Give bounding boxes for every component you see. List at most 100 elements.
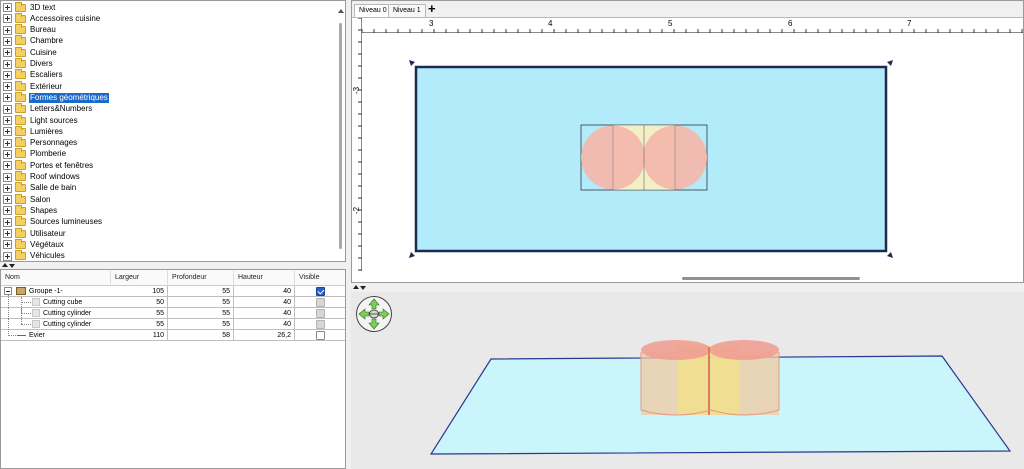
table-row[interactable]: Cutting cylinder 55 55 40 xyxy=(1,308,345,330)
expand-icon[interactable] xyxy=(3,127,12,137)
plan-canvas[interactable] xyxy=(363,34,1023,271)
table-row-group[interactable]: Groupe -1- 105 55 40 xyxy=(1,286,345,297)
furniture-table-header: Nom Largeur Profondeur Hauteur Visible xyxy=(1,270,345,286)
column-header-name[interactable]: Nom xyxy=(1,270,111,286)
right-splitter[interactable] xyxy=(351,283,1024,292)
expand-icon[interactable] xyxy=(3,206,12,216)
catalog-category[interactable]: Shapes xyxy=(3,204,58,216)
catalog-category[interactable]: Cuisine xyxy=(3,46,58,58)
catalog-category[interactable]: Utilisateur xyxy=(3,227,67,239)
category-label: Divers xyxy=(30,59,53,68)
expand-icon[interactable] xyxy=(3,149,12,159)
catalog-category[interactable]: Accessoires cuisine xyxy=(3,12,101,24)
expand-icon[interactable] xyxy=(3,48,12,58)
visible-checkbox[interactable] xyxy=(316,309,325,318)
expand-icon[interactable] xyxy=(3,3,12,12)
category-label: Accessoires cuisine xyxy=(30,13,101,23)
category-label: Véhicules xyxy=(30,251,65,261)
catalog-category[interactable]: Salle de bain xyxy=(3,182,77,194)
catalog-category[interactable]: Personnages xyxy=(3,137,78,149)
catalog-category[interactable]: Chambre xyxy=(3,35,64,47)
expand-icon[interactable] xyxy=(3,25,12,35)
folder-icon xyxy=(15,46,26,57)
catalog-category[interactable]: Sources lumineuses xyxy=(3,216,103,228)
tree-line xyxy=(8,335,16,336)
table-row[interactable]: Cutting cube 50 55 40 xyxy=(1,295,345,308)
catalog-category[interactable]: Véhicules xyxy=(3,250,66,261)
visible-checkbox[interactable] xyxy=(316,287,325,296)
sink-icon xyxy=(17,335,26,339)
collapse-icon[interactable] xyxy=(4,287,12,295)
table-row[interactable]: Cutting cylinder 55 55 40 xyxy=(1,297,345,319)
catalog-category[interactable]: Light sources xyxy=(3,114,79,126)
scroll-up-arrow-icon[interactable] xyxy=(338,9,344,13)
tree-line xyxy=(8,295,9,308)
splitter-up-arrow-icon[interactable] xyxy=(353,285,359,289)
catalog-category[interactable]: Formes géométriques xyxy=(3,91,109,103)
expand-icon[interactable] xyxy=(3,183,12,193)
expand-icon[interactable] xyxy=(3,104,12,114)
column-header-height[interactable]: Hauteur xyxy=(234,270,295,286)
room-corner-marker[interactable] xyxy=(887,60,893,66)
catalog-scrollbar[interactable] xyxy=(338,9,344,249)
left-splitter[interactable] xyxy=(0,262,346,269)
catalog-category[interactable]: Extérieur xyxy=(3,80,63,92)
folder-icon xyxy=(15,125,26,136)
catalog-category[interactable]: Escaliers xyxy=(3,69,63,81)
column-header-visible[interactable]: Visible xyxy=(295,270,345,286)
room-corner-marker[interactable] xyxy=(887,252,893,258)
splitter-up-arrow-icon[interactable] xyxy=(2,263,8,267)
expand-icon[interactable] xyxy=(3,116,12,125)
ruler-label: -2 xyxy=(352,206,362,215)
splitter-down-arrow-icon[interactable] xyxy=(9,264,15,268)
category-label: Personnages xyxy=(30,138,78,148)
expand-icon[interactable] xyxy=(3,240,12,250)
catalog-category[interactable]: Portes et fenêtres xyxy=(3,159,94,171)
catalog-category[interactable]: Bureau xyxy=(3,24,57,36)
expand-icon[interactable] xyxy=(3,36,12,46)
furniture-icon xyxy=(32,309,40,317)
3d-scene[interactable] xyxy=(351,292,1024,469)
add-level-button[interactable]: + xyxy=(428,2,436,16)
expand-icon[interactable] xyxy=(3,14,12,24)
catalog-category[interactable]: Roof windows xyxy=(3,171,81,183)
expand-icon[interactable] xyxy=(3,161,12,171)
furniture-catalog-tree[interactable]: 3D text Accessoires cuisine Bureau Chambre C… xyxy=(0,0,346,262)
expand-icon[interactable] xyxy=(3,229,12,238)
expand-icon[interactable] xyxy=(3,195,12,205)
expand-icon[interactable] xyxy=(3,93,12,103)
expand-icon[interactable] xyxy=(3,82,12,92)
room-corner-marker[interactable] xyxy=(409,252,415,258)
group-icon xyxy=(16,287,26,295)
catalog-category[interactable]: Letters&Numbers xyxy=(3,103,93,115)
category-label: Shapes xyxy=(30,205,58,215)
expand-icon[interactable] xyxy=(3,70,12,80)
catalog-category[interactable]: Salon xyxy=(3,193,51,205)
catalog-category[interactable]: Divers xyxy=(3,58,54,70)
folder-icon xyxy=(15,1,26,12)
splitter-down-arrow-icon[interactable] xyxy=(360,286,366,290)
furniture-list-table[interactable]: Nom Largeur Profondeur Hauteur Visible G… xyxy=(0,269,346,469)
expand-icon[interactable] xyxy=(3,172,12,182)
visible-checkbox[interactable] xyxy=(316,320,325,329)
tab-niveau-0[interactable]: Niveau 0 xyxy=(354,4,392,17)
table-row[interactable]: Evier 110 58 26,2 xyxy=(1,329,345,341)
catalog-scroll-thumb[interactable] xyxy=(339,23,342,249)
expand-icon[interactable] xyxy=(3,251,12,261)
column-header-width[interactable]: Largeur xyxy=(111,270,168,286)
plan-view[interactable]: Niveau 0 Niveau 1 + 3 4 5 6 7 -3 -2 xyxy=(351,0,1024,283)
visible-checkbox[interactable] xyxy=(316,298,325,307)
plan-horizontal-scrollbar[interactable] xyxy=(682,277,860,280)
visible-checkbox[interactable] xyxy=(316,331,325,340)
catalog-category[interactable]: Plomberie xyxy=(3,148,67,160)
catalog-category[interactable]: 3D text xyxy=(3,1,56,13)
tab-niveau-1[interactable]: Niveau 1 xyxy=(388,4,426,17)
expand-icon[interactable] xyxy=(3,59,12,69)
column-header-depth[interactable]: Profondeur xyxy=(168,270,234,286)
expand-icon[interactable] xyxy=(3,138,12,148)
3d-view[interactable] xyxy=(351,292,1024,469)
room-corner-marker[interactable] xyxy=(409,60,415,66)
catalog-category[interactable]: Lumières xyxy=(3,125,64,137)
catalog-category[interactable]: Végétaux xyxy=(3,238,65,250)
expand-icon[interactable] xyxy=(3,217,12,227)
